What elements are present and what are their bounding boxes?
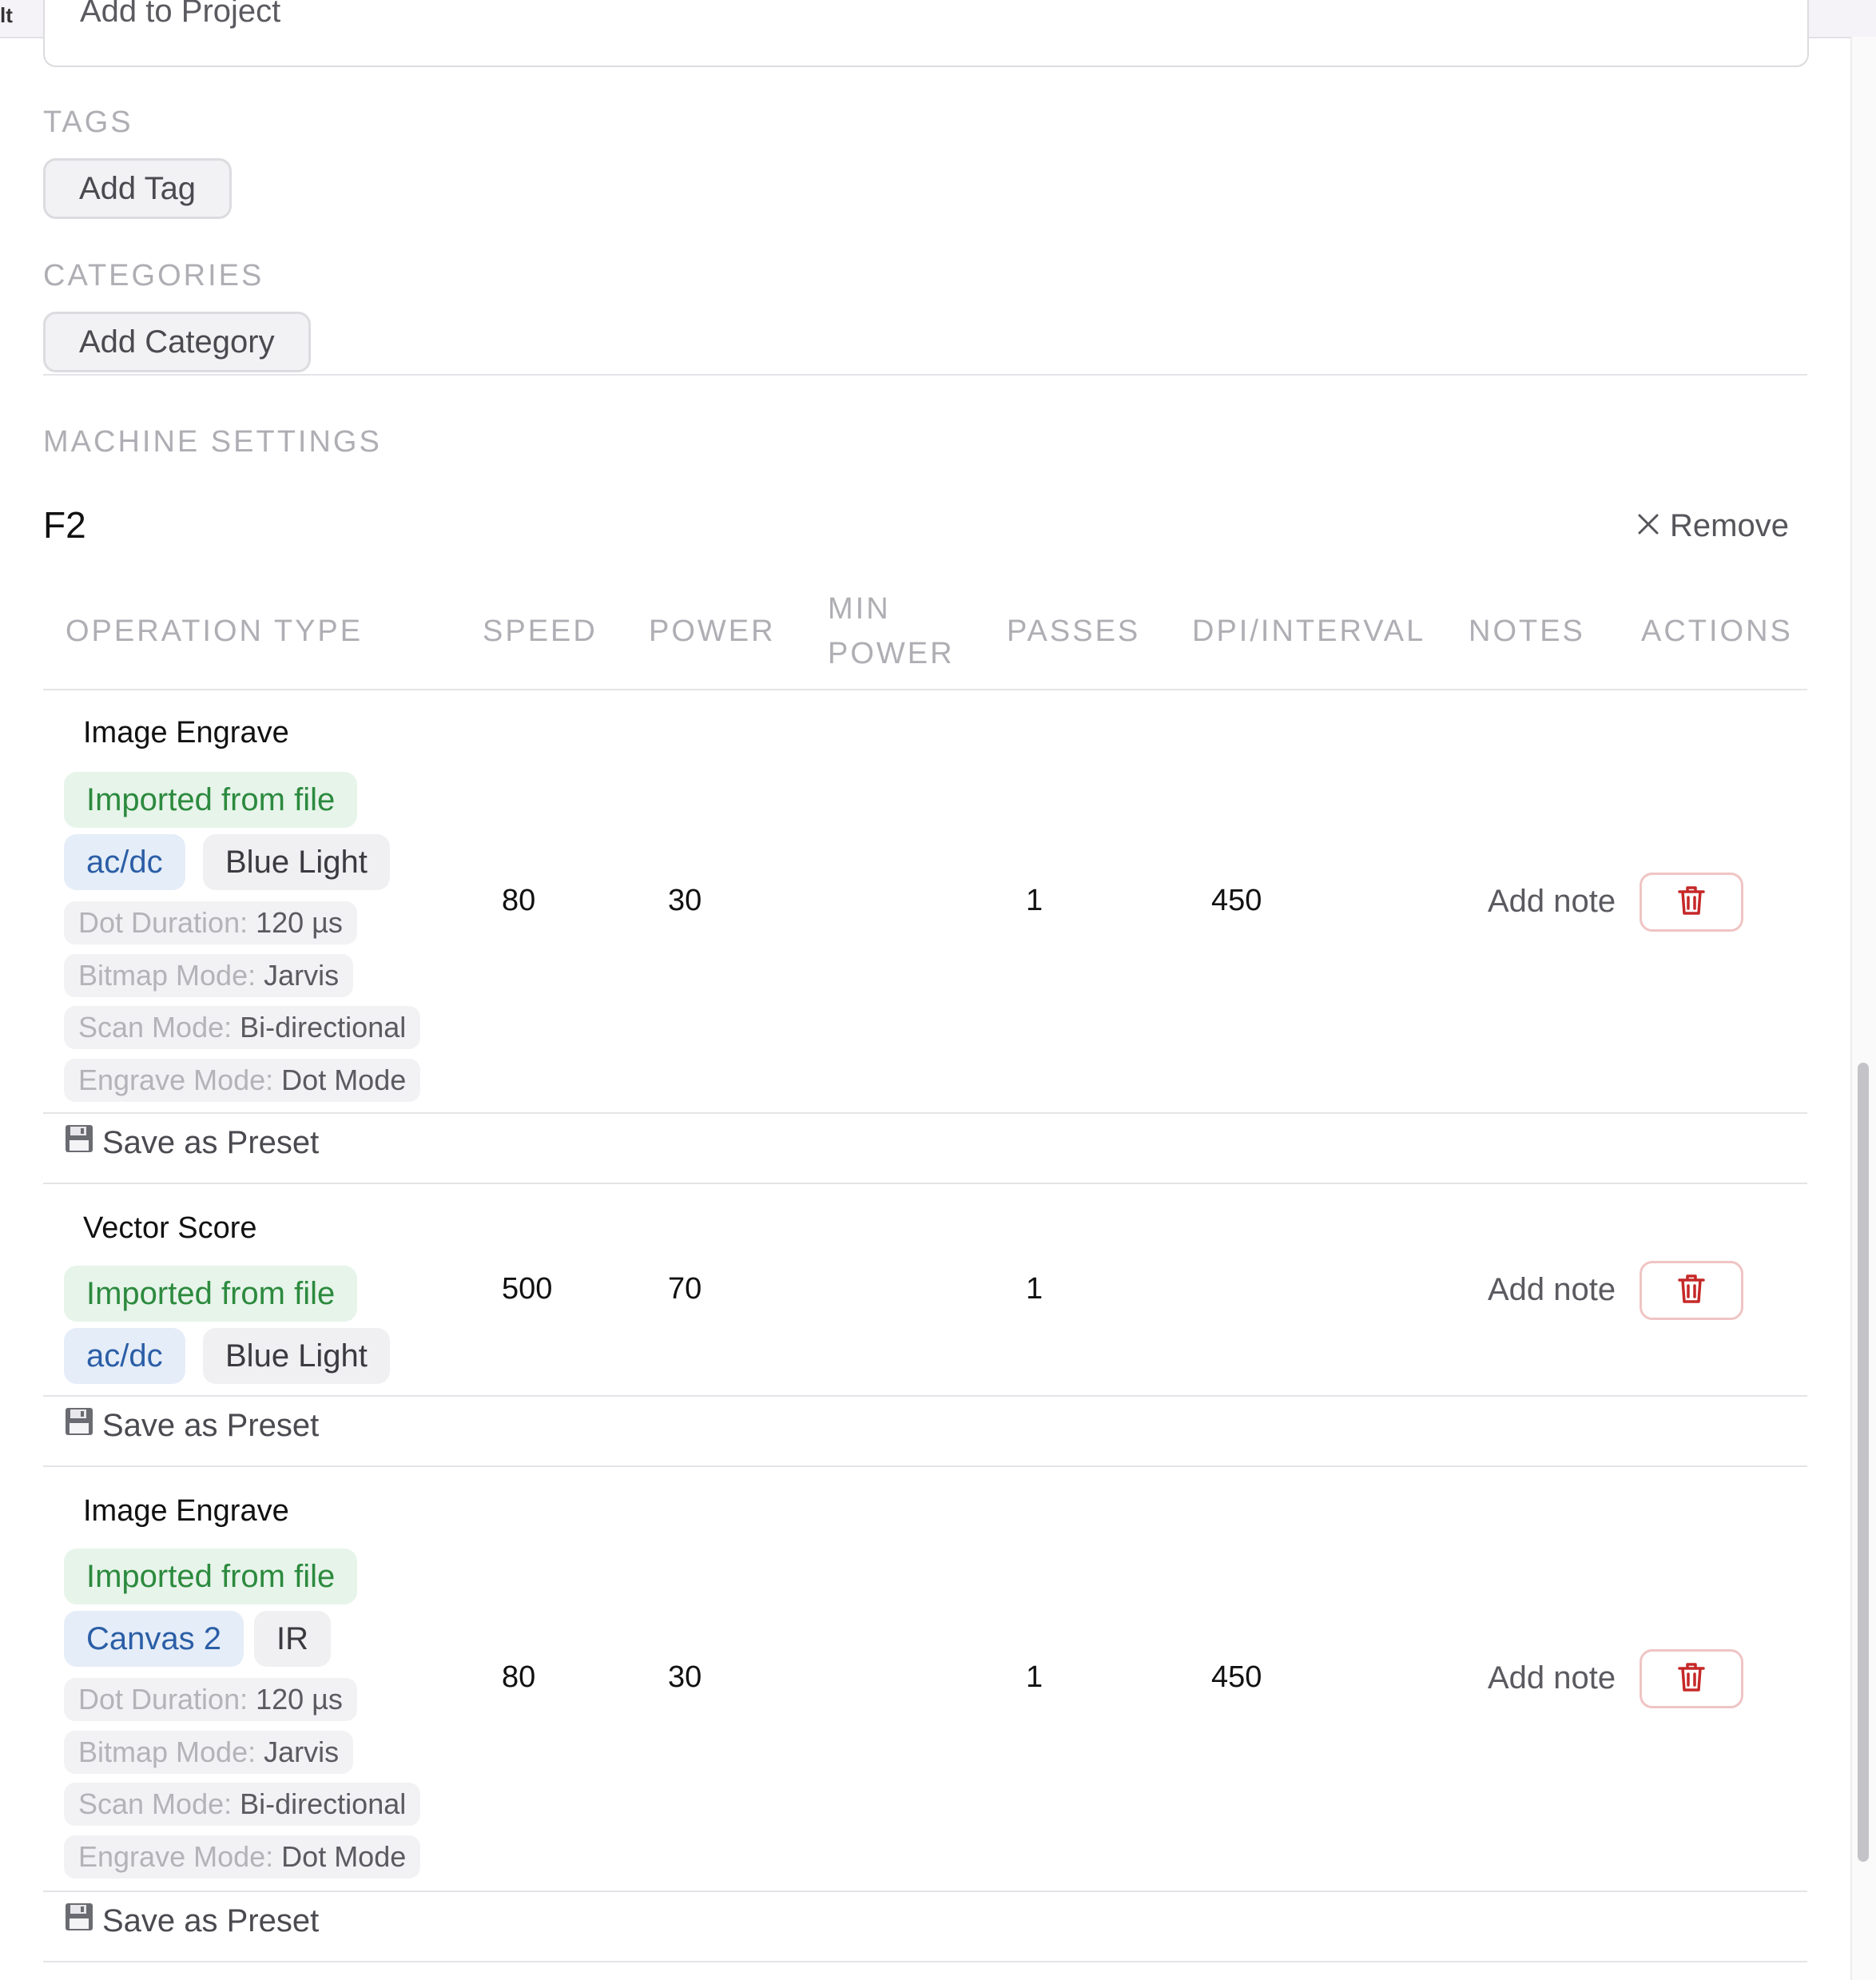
speed-value[interactable]: 80 — [502, 884, 535, 918]
machine-settings-heading: MACHINE SETTINGS — [43, 425, 382, 459]
param-key: Engrave Mode: — [78, 1064, 274, 1096]
categories-heading: CATEGORIES — [43, 259, 264, 292]
param-dot-duration: Dot Duration: 120 µs — [64, 1678, 357, 1721]
laser-module-badge: Canvas 2 — [64, 1611, 244, 1667]
remove-machine-button[interactable]: Remove — [1636, 508, 1789, 544]
close-icon — [1636, 508, 1660, 544]
delete-operation-button[interactable] — [1640, 1261, 1743, 1320]
add-to-project-label: Add to Project — [80, 0, 281, 29]
laser-module-badge: ac/dc — [64, 834, 185, 890]
floppy-disk-icon — [64, 1902, 94, 1940]
param-scan-mode: Scan Mode: Bi-directional — [64, 1783, 421, 1826]
power-value[interactable]: 30 — [668, 884, 702, 918]
column-header-notes: NOTES — [1469, 614, 1585, 648]
param-key: Bitmap Mode: — [78, 959, 256, 992]
param-value: Jarvis — [264, 959, 340, 992]
param-value: Dot Mode — [281, 1840, 407, 1873]
param-value: 120 µs — [256, 906, 343, 939]
save-as-preset-label: Save as Preset — [102, 1124, 320, 1160]
power-value[interactable]: 30 — [668, 1660, 702, 1695]
imported-from-file-badge: Imported from file — [64, 1549, 358, 1604]
param-engrave-mode: Engrave Mode: Dot Mode — [64, 1835, 421, 1879]
save-as-preset-button[interactable]: Save as Preset — [64, 1902, 319, 1940]
operation-type: Image Engrave — [83, 716, 289, 749]
operation-type: Vector Score — [83, 1211, 257, 1245]
add-category-button[interactable]: Add Category — [43, 312, 311, 372]
passes-value[interactable]: 1 — [1026, 1272, 1043, 1306]
material-detail-panel: Add to Project TAGS Add Tag CATEGORIES A… — [0, 0, 1850, 1980]
add-to-project-button[interactable]: Add to Project — [43, 0, 1809, 67]
dpi-value[interactable]: 450 — [1211, 884, 1262, 918]
column-header-speed: SPEED — [483, 614, 598, 648]
column-header-operation-type: OPERATION TYPE — [66, 614, 364, 648]
table-header-divider — [43, 689, 1807, 690]
save-as-preset-button[interactable]: Save as Preset — [64, 1123, 319, 1162]
laser-source-badge: Blue Light — [203, 834, 390, 890]
machine-name: F2 — [43, 504, 86, 546]
param-value: Jarvis — [264, 1735, 340, 1768]
trash-icon — [1677, 1273, 1706, 1309]
power-value[interactable]: 70 — [668, 1272, 702, 1306]
trash-icon — [1677, 1661, 1706, 1697]
column-header-passes: PASSES — [1007, 614, 1141, 648]
passes-value[interactable]: 1 — [1026, 1660, 1043, 1695]
delete-operation-button[interactable] — [1640, 873, 1743, 932]
imported-from-file-badge: Imported from file — [64, 772, 358, 828]
section-divider — [43, 374, 1807, 376]
imported-from-file-badge: Imported from file — [64, 1266, 358, 1322]
column-header-actions: ACTIONS — [1641, 614, 1793, 648]
param-scan-mode: Scan Mode: Bi-directional — [64, 1006, 421, 1049]
dpi-value[interactable]: 450 — [1211, 1660, 1262, 1695]
param-key: Dot Duration: — [78, 1683, 248, 1716]
row-divider — [43, 1183, 1807, 1184]
row-divider — [43, 1465, 1807, 1467]
row-divider — [43, 1395, 1807, 1397]
passes-value[interactable]: 1 — [1026, 884, 1043, 918]
laser-module-badge: ac/dc — [64, 1328, 185, 1384]
row-divider — [43, 1112, 1807, 1114]
tags-heading: TAGS — [43, 105, 133, 139]
speed-value[interactable]: 500 — [502, 1272, 552, 1306]
remove-label: Remove — [1670, 508, 1789, 543]
save-as-preset-label: Save as Preset — [102, 1902, 320, 1938]
param-value: 120 µs — [256, 1683, 343, 1716]
param-bitmap-mode: Bitmap Mode: Jarvis — [64, 954, 354, 997]
trash-icon — [1677, 885, 1706, 920]
param-value: Dot Mode — [281, 1064, 407, 1096]
param-value: Bi-directional — [240, 1787, 407, 1820]
save-as-preset-label: Save as Preset — [102, 1407, 320, 1443]
column-header-min-power: MIN POWER — [828, 592, 955, 670]
delete-operation-button[interactable] — [1640, 1649, 1743, 1708]
add-tag-button[interactable]: Add Tag — [43, 158, 233, 219]
column-header-power: POWER — [649, 614, 776, 648]
param-key: Dot Duration: — [78, 906, 248, 939]
laser-source-badge: Blue Light — [203, 1328, 390, 1384]
param-dot-duration: Dot Duration: 120 µs — [64, 901, 357, 944]
speed-value[interactable]: 80 — [502, 1660, 535, 1695]
operation-type: Image Engrave — [83, 1494, 289, 1528]
param-key: Scan Mode: — [78, 1011, 233, 1044]
row-divider — [43, 1891, 1807, 1892]
param-key: Engrave Mode: — [78, 1840, 274, 1873]
param-key: Scan Mode: — [78, 1787, 233, 1820]
param-key: Bitmap Mode: — [78, 1735, 256, 1768]
add-note-button[interactable]: Add note — [1488, 1660, 1616, 1696]
laser-source-badge: IR — [254, 1611, 331, 1667]
floppy-disk-icon — [64, 1123, 94, 1162]
param-engrave-mode: Engrave Mode: Dot Mode — [64, 1059, 421, 1102]
add-note-button[interactable]: Add note — [1488, 884, 1616, 920]
param-value: Bi-directional — [240, 1011, 407, 1044]
add-note-button[interactable]: Add note — [1488, 1272, 1616, 1308]
save-as-preset-button[interactable]: Save as Preset — [64, 1406, 319, 1445]
row-divider — [43, 1961, 1807, 1962]
scrollbar-thumb[interactable] — [1858, 1063, 1869, 1862]
param-bitmap-mode: Bitmap Mode: Jarvis — [64, 1731, 354, 1774]
floppy-disk-icon — [64, 1406, 94, 1445]
column-header-dpi-interval: DPI/INTERVAL — [1192, 614, 1426, 648]
